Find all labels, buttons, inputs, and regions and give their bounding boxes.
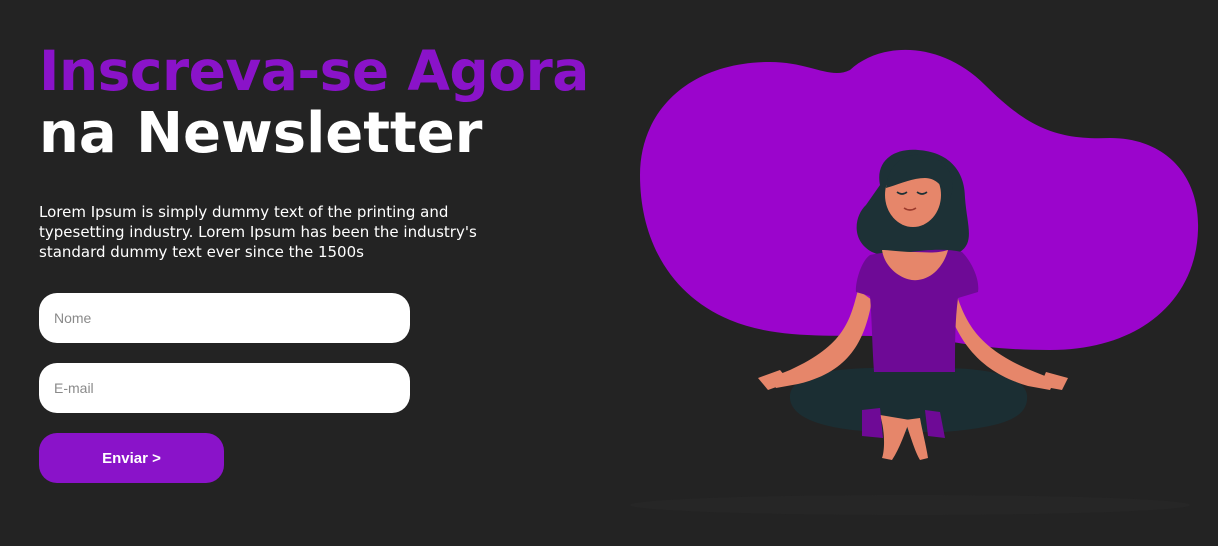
title-main: na Newsletter bbox=[39, 101, 483, 166]
email-input[interactable] bbox=[39, 363, 410, 413]
hero-text-block: Inscreva-se Agora na Newsletter Lorem Ip… bbox=[39, 38, 599, 262]
ground-shadow bbox=[630, 495, 1190, 515]
feet bbox=[880, 415, 910, 460]
meditating-woman-illustration bbox=[630, 49, 1199, 515]
submit-button[interactable]: Enviar > bbox=[39, 433, 224, 483]
name-input[interactable] bbox=[39, 293, 410, 343]
description-text: Lorem Ipsum is simply dummy text of the … bbox=[39, 203, 477, 261]
cuffs bbox=[862, 408, 883, 438]
title-highlight: Inscreva-se Agora bbox=[39, 39, 589, 103]
